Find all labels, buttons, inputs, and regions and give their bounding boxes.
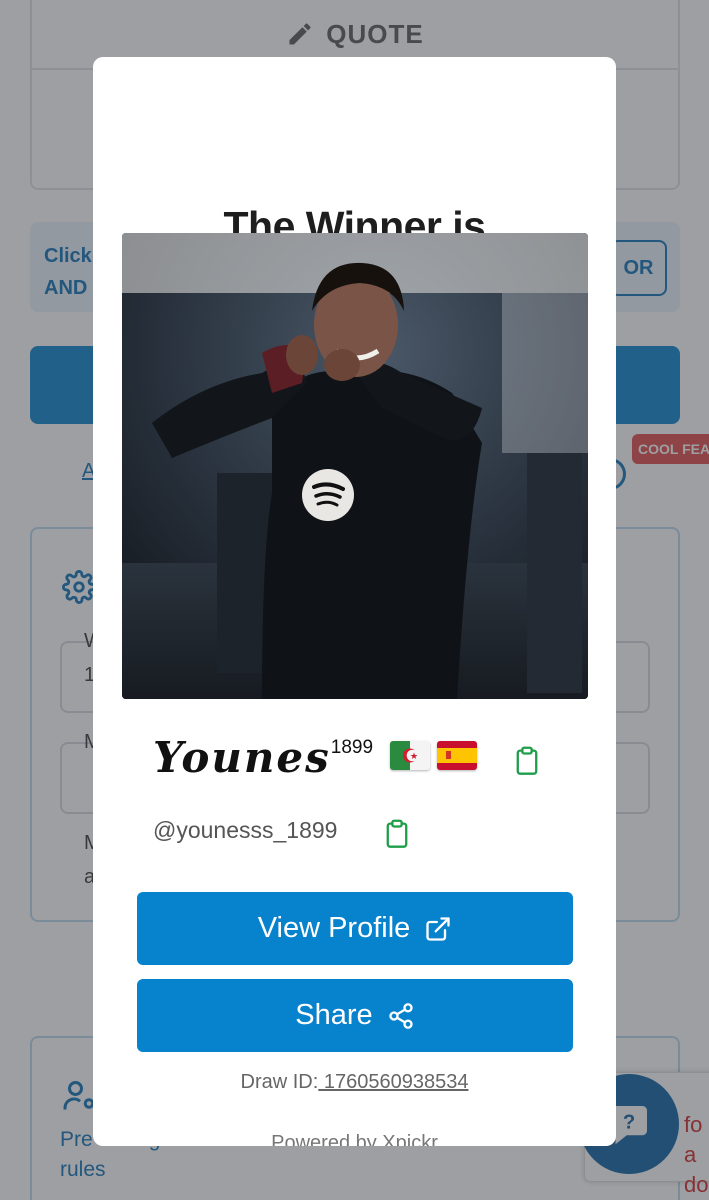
- share-button[interactable]: Share: [137, 979, 573, 1052]
- external-link-icon: [426, 916, 450, 941]
- winner-modal: The Winner is Younes 1899 @younesss_1899…: [93, 57, 616, 1146]
- algeria-flag-icon: [390, 741, 430, 770]
- winner-name-superscript: 1899: [330, 737, 374, 758]
- powered-by: Powered by Xpickr: [271, 1132, 438, 1146]
- draw-id-value[interactable]: 1760560938534: [318, 1071, 469, 1093]
- copy-name-button[interactable]: [513, 746, 541, 781]
- draw-id: Draw ID: 1760560938534: [93, 1071, 616, 1094]
- view-profile-button[interactable]: View Profile: [137, 892, 573, 965]
- spain-flag-icon: [437, 741, 477, 770]
- share-label: Share: [295, 999, 373, 1031]
- draw-id-label: Draw ID:: [240, 1071, 319, 1093]
- winner-display-name: Younes 1899: [153, 733, 373, 782]
- winner-name-text: Younes: [153, 733, 331, 782]
- winner-handle: @younesss_1899: [153, 817, 338, 843]
- copy-handle-button[interactable]: [383, 819, 411, 854]
- clipboard-icon: [386, 819, 408, 848]
- winner-photo: [122, 233, 588, 699]
- view-profile-label: View Profile: [257, 912, 411, 944]
- share-icon: [389, 1002, 413, 1029]
- flags: [390, 741, 477, 770]
- clipboard-icon: [516, 746, 538, 775]
